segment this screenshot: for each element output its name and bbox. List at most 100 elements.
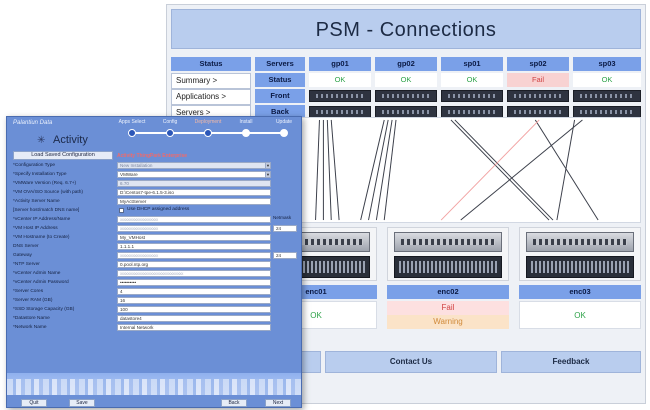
server-header[interactable]: sp03 [573, 57, 641, 71]
vm-hostname-field[interactable]: My_VMHost [117, 234, 271, 241]
field-label: *vCenter IP Address/Name [13, 217, 71, 222]
row-label-front: Front [255, 89, 305, 103]
vcenter-ip-field[interactable]: xxxxxxxxxxxxxxxxxxxxx [117, 216, 271, 223]
field-label: [Server host/match DNS name] [13, 208, 80, 213]
connection-line [450, 119, 550, 221]
field-label: *Configuration Type [13, 163, 56, 168]
server-ram-field[interactable]: 16 [117, 297, 271, 304]
connection-diagram [255, 117, 641, 223]
vmware-version-field[interactable]: 6.70 [117, 180, 271, 187]
vcenter-admin-password-field[interactable]: •••••••••• [117, 279, 271, 286]
enclosure-status: OK [519, 301, 641, 329]
connection-line [556, 119, 576, 221]
wizard-step-dot[interactable] [204, 129, 212, 137]
activity-wizard-window: Palantiun Data ✳ Activity Apps Select Co… [6, 116, 302, 408]
server-front-image [441, 90, 503, 102]
server-status: Fail [507, 73, 569, 87]
back-button[interactable]: Back [221, 399, 247, 407]
wizard-step-label: Config [162, 119, 178, 125]
connection-line [460, 119, 583, 221]
enclosure-status-fail: Fail [441, 303, 455, 312]
activity-logo-text: Activity [53, 134, 88, 146]
field-label: *VM Hostname (to Create) [13, 235, 70, 240]
field-label: *VM OVA/ISO Source (with path) [13, 190, 84, 195]
wizard-step-label: Apps Select [118, 119, 146, 125]
load-saved-configuration-button[interactable]: Load Saved Configuration [13, 151, 113, 160]
activity-server-name-field[interactable]: MyActServer [117, 198, 271, 205]
page-title: PSM - Connections [171, 9, 641, 49]
field-label: *Network Name [13, 325, 47, 330]
server-status: OK [309, 73, 371, 87]
field-label: Gateway [13, 253, 32, 258]
enclosure-image [519, 227, 641, 281]
connection-line [454, 119, 554, 221]
edition-label: Activity ThingPark Enterprise [117, 153, 188, 159]
connection-line [315, 119, 320, 221]
wizard-step-label: Deployment [194, 119, 222, 125]
dhcp-checkbox[interactable] [119, 208, 124, 213]
field-label: *Datastore Name [13, 316, 50, 321]
wizard-step-dot[interactable] [280, 129, 288, 137]
field-label: *VMWare Version (Req. 6.7+) [13, 181, 77, 186]
next-button[interactable]: Next [265, 399, 291, 407]
feedback-link[interactable]: Feedback [501, 351, 641, 373]
vcenter-admin-name-field[interactable]: xxxxxxxxxxxxxxxxxxxxxxxxxxxxxxxxxxx [117, 270, 271, 277]
field-label: *Server RAM (GB) [13, 298, 53, 303]
vm-host-ip-field[interactable]: xxxxxxxxxxxxxxxxxxxxx [117, 225, 271, 232]
contact-us-link[interactable]: Contact Us [325, 351, 497, 373]
dns-server-field[interactable]: 1.1.1.1 [117, 243, 271, 250]
nav-item-summary[interactable]: Summary > [171, 73, 251, 89]
server-header[interactable]: gp02 [375, 57, 437, 71]
server-cores-field[interactable]: 4 [117, 288, 271, 295]
wizard-step-dot[interactable] [242, 129, 250, 137]
field-label: *vCenter Admin Password [13, 280, 69, 285]
field-label: *SSD Storage Capacity (GB) [13, 307, 75, 312]
servers-header: Servers [255, 57, 305, 71]
configuration-type-select[interactable]: New Installation [117, 162, 271, 169]
enclosure-status: Fail Warning [387, 301, 509, 329]
enclosure-status-warning: Warning [433, 317, 463, 326]
wizard-step-dot[interactable] [128, 129, 136, 137]
nav-item-applications[interactable]: Applications > [171, 89, 251, 105]
installation-type-select[interactable]: VMWare [117, 171, 271, 178]
connection-line [360, 119, 385, 221]
field-label: DNS Server [13, 244, 39, 249]
server-header[interactable]: gp01 [309, 57, 371, 71]
save-button[interactable]: Save [69, 399, 95, 407]
dhcp-checkbox-label: Use DHCP assigned address [127, 207, 190, 212]
connection-line [330, 119, 340, 221]
vm-source-field[interactable]: D:\Centos7-tpe-6.1.5-3.iso [117, 189, 271, 196]
field-label: *vCenter Admin Name [13, 271, 61, 276]
server-status: OK [573, 73, 641, 87]
server-front-image [375, 90, 437, 102]
enclosure-label[interactable]: enc03 [519, 285, 641, 299]
gateway-mask-field[interactable]: 24 [273, 252, 297, 259]
field-label: *Specify Installation Type [13, 172, 67, 177]
ntp-server-field[interactable]: 0.pool.ntp.org [117, 261, 271, 268]
wizard-window-title: Palantiun Data [13, 120, 53, 126]
failed-connection-line [440, 119, 540, 221]
server-header[interactable]: sp02 [507, 57, 569, 71]
city-skyline-decoration [7, 373, 301, 395]
connection-line [534, 119, 599, 221]
server-front-image [573, 90, 641, 102]
activity-logo-icon: ✳ [37, 135, 46, 146]
server-header[interactable]: sp01 [441, 57, 503, 71]
chevron-down-icon[interactable]: ▼ [265, 162, 271, 169]
wizard-step-label: Install [239, 119, 253, 125]
row-label-status: Status [255, 73, 305, 87]
server-front-image [507, 90, 569, 102]
gateway-field[interactable]: xxxxxxxxxxxxxxxxxxxxx [117, 252, 271, 259]
server-status: OK [375, 73, 437, 87]
datastore-name-field[interactable]: datastore4 [117, 315, 271, 322]
wizard-step-dot[interactable] [166, 129, 174, 137]
enclosure-label[interactable]: enc02 [387, 285, 509, 299]
server-status: OK [441, 73, 503, 87]
field-label: *Activity Server Name [13, 199, 60, 204]
netmask-field[interactable]: 24 [273, 225, 297, 232]
quit-button[interactable]: Quit [21, 399, 47, 407]
chevron-down-icon[interactable]: ▼ [265, 171, 271, 178]
network-name-field[interactable]: Internal Network [117, 324, 271, 331]
ssd-storage-field[interactable]: 100 [117, 306, 271, 313]
wizard-step-label: Update [275, 119, 293, 125]
